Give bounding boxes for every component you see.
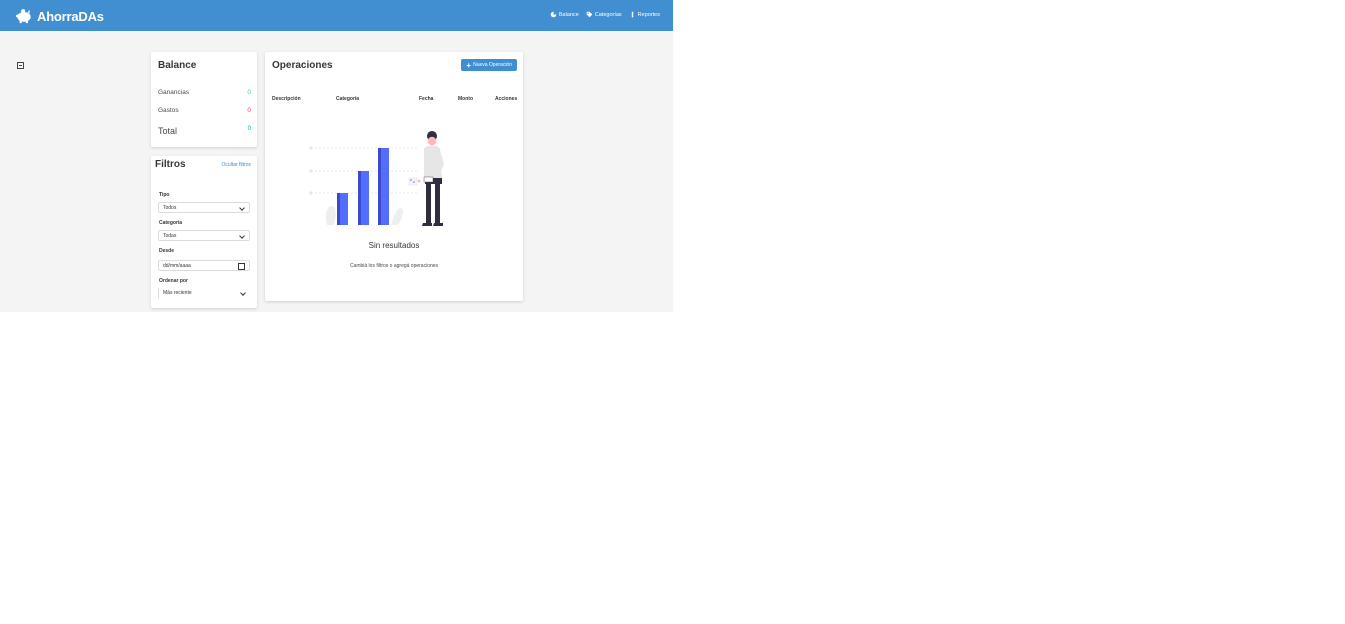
column-header-fecha: Fecha (419, 96, 434, 102)
balance-card: Balance Ganancias 0 Gastos 0 Total 0 (151, 52, 257, 147)
empty-state-subtitle: Cambiá los filtros o agregá operaciones (349, 263, 439, 269)
balance-title: Balance (158, 60, 197, 71)
nav-link-reportes[interactable]: Reportes (629, 11, 660, 18)
category-select[interactable]: Todas (158, 230, 250, 241)
brand-name: AhorraDAs (37, 8, 104, 24)
column-header-monto: Monto (458, 96, 473, 102)
since-date-input[interactable]: dd/mm/aaaa (158, 260, 250, 271)
piggy-bank-icon (16, 9, 31, 24)
balance-value: 0 (247, 126, 251, 132)
balance-value: 0 (247, 107, 251, 114)
balance-row-gastos: Gastos 0 (158, 107, 251, 114)
order-select[interactable]: Más reciente (158, 288, 250, 299)
operations-title: Operaciones (272, 60, 333, 71)
nav-links: Balance Categorías Reportes (550, 11, 660, 18)
nav-link-label: Balance (558, 11, 579, 18)
filters-card: Filtros Ocultar filtros Tipo Todos Categ… (151, 156, 257, 308)
filters-title: Filtros (155, 159, 186, 170)
hide-filters-link[interactable]: Ocultar filtros (222, 162, 251, 168)
chevron-down-icon (240, 290, 246, 296)
new-operation-button[interactable]: + Nueva Operación (461, 59, 517, 71)
calendar-icon[interactable] (238, 263, 245, 270)
column-header-acciones: Acciones (495, 96, 518, 102)
balance-value: 0 (247, 89, 251, 96)
type-label: Tipo (159, 192, 170, 198)
menu-toggle-icon[interactable] (17, 62, 24, 69)
nav-link-categorias[interactable]: Categorías (586, 11, 622, 18)
chart-pie-icon (550, 11, 557, 18)
type-select-value: Todos (163, 205, 177, 211)
balance-label: Ganancias (158, 89, 190, 96)
nav-link-label: Categorías (594, 11, 622, 18)
chart-bar-icon (631, 11, 633, 18)
category-select-value: Todas (163, 233, 177, 239)
since-label: Desde (159, 248, 175, 254)
plus-icon: + (466, 60, 472, 70)
empty-state-title: Sin resultados (368, 241, 420, 250)
brand[interactable]: AhorraDAs (15, 7, 104, 25)
tag-icon (586, 11, 593, 18)
nav-link-label: Reportes (637, 11, 660, 18)
category-label: Categoría (159, 220, 183, 226)
balance-label: Gastos (158, 107, 179, 114)
order-label: Ordenar por (159, 278, 188, 284)
new-operation-label: Nueva Operación (473, 62, 512, 68)
operations-card: Operaciones + Nueva Operación Descripció… (265, 52, 523, 301)
chevron-down-icon (239, 233, 245, 239)
app-root: AhorraDAs Balance Categorías Reportes Ba… (0, 0, 673, 312)
chevron-down-icon (239, 205, 245, 211)
column-header-categoria: Categoría (336, 96, 360, 102)
balance-row-total: Total 0 (158, 126, 251, 136)
balance-row-ganancias: Ganancias 0 (158, 89, 251, 96)
balance-label: Total (158, 126, 178, 136)
empty-state-illustration (309, 131, 444, 226)
order-select-value: Más reciente (163, 290, 192, 296)
navbar: AhorraDAs Balance Categorías Reportes (0, 0, 673, 31)
type-select[interactable]: Todos (158, 202, 250, 213)
since-date-value: dd/mm/aaaa (163, 263, 191, 269)
column-header-descripcion: Descripción (272, 96, 301, 102)
nav-link-balance[interactable]: Balance (550, 11, 579, 18)
